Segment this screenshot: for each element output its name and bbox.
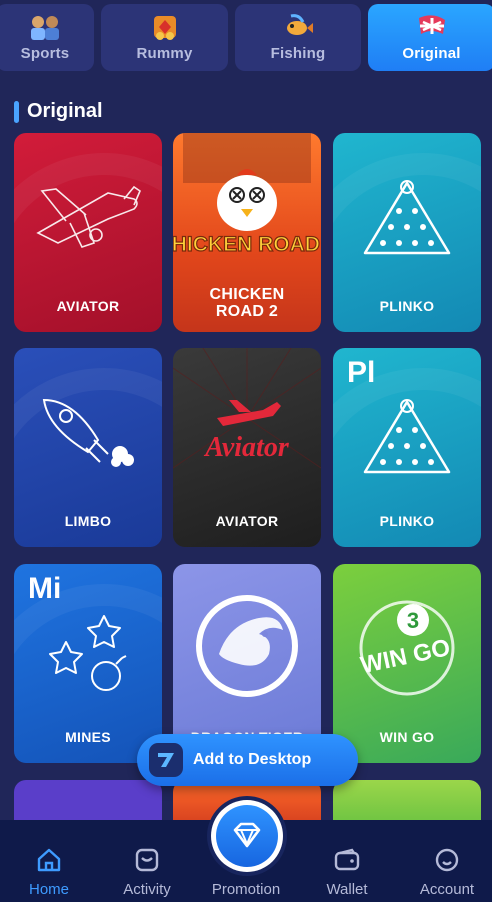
section-title: Original: [27, 100, 103, 122]
red-plane-icon: Aviator: [173, 348, 321, 469]
nav-activity[interactable]: Activity: [98, 820, 196, 902]
tab-sports[interactable]: Sports: [0, 4, 94, 71]
game-card-win-go[interactable]: 3 WIN GO WIN GO: [333, 564, 481, 763]
plinko-triangle-icon: [363, 180, 451, 255]
game-card-plinko-2[interactable]: Pl PLINKO: [333, 348, 481, 547]
game-card-aviator-2[interactable]: Aviator AVIATOR: [173, 348, 321, 547]
activity-icon: [135, 848, 159, 872]
game-card-chicken-road-2[interactable]: CHICKEN ROAD 2 CHICKEN ROAD 2: [173, 133, 321, 332]
airplane-icon: [36, 185, 141, 248]
rocket-icon: [42, 398, 134, 467]
game-card-plinko[interactable]: PLINKO: [333, 133, 481, 332]
tab-label: Rummy: [136, 45, 193, 62]
nav-account[interactable]: Account: [398, 820, 492, 902]
promotion-button[interactable]: [211, 800, 283, 872]
game-title: PLINKO: [379, 298, 435, 314]
sports-icon: [31, 16, 59, 40]
game-title: AVIATOR: [56, 298, 120, 314]
tab-label: Original: [402, 45, 461, 62]
app-logo-icon: [149, 743, 183, 777]
nav-label: Promotion: [211, 881, 281, 898]
game-title: WIN GO: [379, 729, 435, 745]
wallet-icon: [334, 848, 360, 871]
svg-text:CHICKEN ROAD 2: CHICKEN ROAD 2: [173, 233, 321, 256]
plinko-triangle-icon: [363, 399, 451, 474]
chicken-icon: CHICKEN ROAD 2: [173, 133, 321, 257]
nav-label: Wallet: [326, 881, 368, 898]
account-icon: [435, 848, 459, 872]
tab-label: Sports: [20, 45, 70, 62]
game-title: MINES: [65, 729, 111, 745]
nav-home[interactable]: Home: [0, 820, 98, 902]
game-title: PLINKO: [379, 513, 435, 529]
cards-icon: [153, 16, 176, 40]
game-title: AVIATOR: [215, 513, 279, 529]
category-tabs: Sports Rummy Fishing Original: [0, 0, 492, 74]
home-icon: [37, 848, 61, 872]
game-card-aviator[interactable]: AVIATOR: [14, 133, 162, 332]
diamond-icon: [233, 822, 261, 848]
add-to-desktop-label: Add to Desktop: [193, 751, 312, 768]
tab-label: Fishing: [270, 45, 326, 62]
nav-label: Account: [419, 881, 475, 898]
tab-original[interactable]: Original: [368, 4, 492, 71]
add-to-desktop-button[interactable]: Add to Desktop: [137, 734, 358, 786]
lottery-ball-icon: 3 WIN GO: [358, 600, 455, 696]
game-title: CHICKEN ROAD 2: [209, 286, 285, 320]
stars-bomb-icon: [49, 615, 127, 691]
svg-text:3: 3: [407, 608, 419, 633]
fish-icon: [287, 14, 313, 35]
svg-text:WIN GO: WIN GO: [358, 634, 452, 679]
game-card-mines[interactable]: Mi MINES: [14, 564, 162, 763]
nav-label: Home: [28, 881, 69, 898]
tab-fishing[interactable]: Fishing: [235, 4, 361, 71]
nav-label: Activity: [123, 881, 171, 898]
flag-icon: [418, 15, 445, 34]
svg-text:Aviator: Aviator: [203, 432, 290, 463]
section-marker: [14, 100, 19, 123]
game-title: LIMBO: [64, 513, 112, 529]
section-heading: Original: [14, 100, 103, 123]
game-card-limbo[interactable]: LIMBO: [14, 348, 162, 547]
tab-rummy[interactable]: Rummy: [101, 4, 228, 71]
dragon-icon: [196, 595, 298, 697]
nav-wallet[interactable]: Wallet: [298, 820, 396, 902]
